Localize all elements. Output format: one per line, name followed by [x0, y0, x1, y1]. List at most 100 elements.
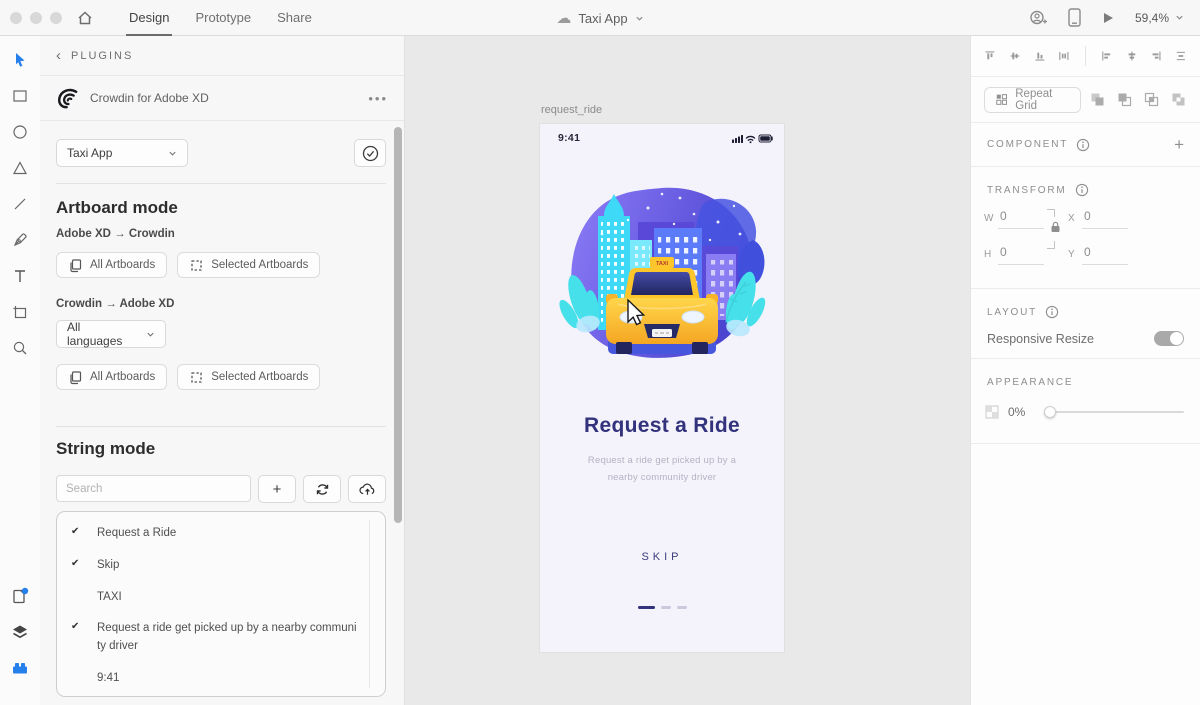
zoom-control[interactable]: 59,4%: [1135, 11, 1184, 25]
string-text: Skip: [97, 558, 120, 571]
toolbar-divider: [1085, 46, 1086, 66]
align-middle-vertical-icon[interactable]: [1009, 48, 1021, 64]
artboard-icon: [13, 306, 27, 319]
plugins-launcher-button[interactable]: [9, 657, 31, 679]
info-icon[interactable]: [1045, 305, 1059, 319]
play-icon[interactable]: [1101, 11, 1115, 25]
chevron-down-icon: [169, 151, 176, 156]
home-icon: [78, 10, 92, 24]
string-list-item[interactable]: TAXI: [57, 582, 385, 614]
xd-to-crowdin-label: Adobe XD → Crowdin: [56, 228, 175, 240]
string-list-item[interactable]: ✔ Skip: [57, 550, 385, 582]
align-top-icon[interactable]: [984, 48, 996, 64]
responsive-resize-toggle[interactable]: [1154, 331, 1184, 346]
align-right-icon[interactable]: [1150, 48, 1162, 64]
page-notification-icon: [13, 587, 29, 604]
phone-skip-button[interactable]: SKIP: [540, 551, 784, 563]
distribute-vertical-icon[interactable]: [1175, 48, 1187, 64]
artboard-tool[interactable]: [9, 301, 31, 323]
tab-share[interactable]: Share: [264, 0, 325, 36]
boolean-intersect-icon[interactable]: [1143, 91, 1160, 108]
device-preview-icon[interactable]: [1068, 8, 1081, 27]
string-text: Request a ride get picked up by a nearby…: [97, 622, 357, 653]
line-tool[interactable]: [9, 193, 31, 215]
string-list-item[interactable]: 9:41: [57, 663, 385, 695]
property-inspector: Repeat Grid COMPONENT + TRANSFORM W 0 X …: [970, 36, 1200, 705]
artboard-name-label[interactable]: request_ride: [541, 104, 602, 116]
project-select[interactable]: Taxi App: [56, 139, 188, 167]
appearance-section: APPEARANCE 0%: [971, 359, 1200, 444]
width-field[interactable]: 0: [998, 209, 1044, 229]
ellipse-tool[interactable]: [9, 121, 31, 143]
magnifier-icon: [13, 341, 27, 355]
download-all-artboards-button[interactable]: All Artboards: [56, 364, 168, 390]
upload-selected-artboards-button[interactable]: Selected Artboards: [177, 252, 321, 278]
plugin-panel-scrollbar[interactable]: [394, 127, 402, 523]
close-window-icon[interactable]: [10, 11, 22, 24]
boolean-add-icon[interactable]: [1089, 91, 1106, 108]
tab-design[interactable]: Design: [116, 0, 182, 36]
slider-knob[interactable]: [1044, 406, 1057, 418]
phone-subtitle-line2: nearby community driver: [607, 472, 717, 483]
home-button[interactable]: [76, 9, 94, 27]
repeat-grid-button[interactable]: Repeat Grid: [984, 86, 1081, 113]
strings-list[interactable]: ✔ Request a Ride ✔ Skip TAXI ✔ Request a…: [56, 511, 386, 697]
refresh-strings-button[interactable]: [303, 475, 341, 503]
select-tool[interactable]: [9, 49, 31, 71]
phone-heading: Request a Ride: [584, 414, 740, 437]
rectangle-icon: [13, 90, 27, 102]
phone-status-icons: [732, 134, 773, 144]
boolean-subtract-icon[interactable]: [1116, 91, 1133, 108]
align-center-horizontal-icon[interactable]: [1126, 48, 1138, 64]
string-text: Request a Ride: [97, 527, 177, 539]
repeat-grid-icon: [996, 94, 1007, 105]
add-component-icon[interactable]: +: [1174, 135, 1184, 155]
x-field[interactable]: 0: [1082, 209, 1128, 229]
plugin-menu-icon[interactable]: •••: [368, 91, 388, 106]
confirm-project-button[interactable]: [354, 139, 386, 167]
window-controls[interactable]: [10, 11, 62, 24]
pen-icon: [13, 233, 27, 247]
string-checked-icon: ✔: [71, 621, 80, 633]
upload-strings-button[interactable]: [348, 475, 386, 503]
info-icon[interactable]: [1075, 183, 1089, 197]
back-chevron-icon[interactable]: ‹: [56, 47, 61, 64]
artboard-request-ride[interactable]: 9:41 TAXI Request a Ride Request a ride …: [540, 124, 784, 652]
zoom-window-icon[interactable]: [50, 11, 62, 24]
canvas[interactable]: request_ride 9:41 TAXI Request a Ride Re…: [405, 36, 970, 705]
layers-button[interactable]: [9, 621, 31, 643]
opacity-value: 0%: [1008, 405, 1026, 419]
search-input[interactable]: [56, 475, 251, 502]
string-list-item[interactable]: ✔ Request a Ride: [57, 518, 385, 550]
text-tool[interactable]: [9, 265, 31, 287]
info-icon[interactable]: [1076, 138, 1090, 152]
component-section: COMPONENT +: [971, 123, 1200, 167]
page-dot: [676, 606, 687, 609]
opacity-slider[interactable]: [1044, 405, 1184, 419]
string-list-item[interactable]: ✔ Request a ride get picked up by a near…: [57, 613, 385, 663]
plugins-header: ‹ PLUGINS: [40, 36, 404, 76]
languages-select[interactable]: All languages: [56, 320, 166, 348]
phone-status-time: 9:41: [558, 132, 581, 144]
rectangle-tool[interactable]: [9, 85, 31, 107]
all-artboards-label: All Artboards: [90, 259, 156, 271]
y-field[interactable]: 0: [1082, 245, 1128, 265]
phone-page-indicator: [540, 606, 784, 609]
height-field[interactable]: 0: [998, 245, 1044, 265]
add-string-button[interactable]: +: [258, 475, 296, 503]
upload-all-artboards-button[interactable]: All Artboards: [56, 252, 168, 278]
align-left-icon[interactable]: [1101, 48, 1113, 64]
document-title[interactable]: Taxi App: [578, 11, 627, 26]
minimize-window-icon[interactable]: [30, 11, 42, 24]
zoom-tool[interactable]: [9, 337, 31, 359]
plugins-panel-button[interactable]: [9, 585, 31, 607]
polygon-tool[interactable]: [9, 157, 31, 179]
pen-tool[interactable]: [9, 229, 31, 251]
tab-prototype[interactable]: Prototype: [182, 0, 264, 36]
lock-aspect-icon[interactable]: [1050, 221, 1061, 233]
align-bottom-icon[interactable]: [1034, 48, 1046, 64]
download-selected-artboards-button[interactable]: Selected Artboards: [177, 364, 321, 390]
share-user-icon[interactable]: [1028, 9, 1048, 27]
distribute-horizontal-icon[interactable]: [1058, 48, 1070, 64]
boolean-exclude-icon[interactable]: [1170, 91, 1187, 108]
